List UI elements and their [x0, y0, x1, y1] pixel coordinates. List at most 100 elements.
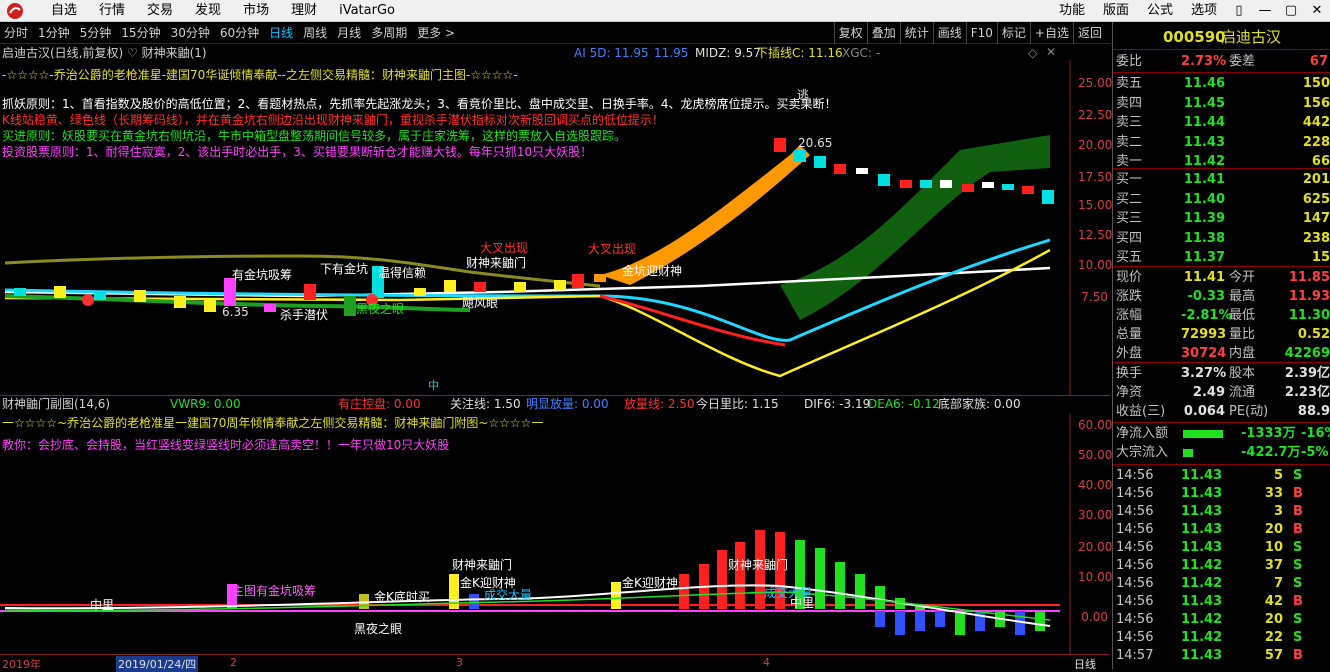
period-tab-9[interactable]: 多周期 — [367, 24, 413, 41]
menu-item-5[interactable]: 理财 — [280, 0, 328, 22]
sub-neg-bar-1 — [975, 611, 985, 631]
menu-right-item-0[interactable]: 功能 — [1050, 0, 1094, 22]
candle-8 — [304, 284, 316, 300]
order-label: 买二 — [1116, 191, 1143, 207]
ask-row-2: 卖三 11.44 442 — [1113, 113, 1330, 132]
tick-price: 11.42 — [1181, 630, 1223, 645]
sub-y-tick-4: 20.00 — [1078, 540, 1113, 554]
stat-row-3: 总量 72993 量比 0.52 — [1113, 325, 1330, 344]
tick-time: 14:56 — [1116, 558, 1154, 573]
menu-item-3[interactable]: 发现 — [184, 0, 232, 22]
tick-price: 11.43 — [1181, 504, 1223, 519]
tick-side: S — [1293, 576, 1303, 591]
app-logo-icon[interactable] — [4, 2, 26, 20]
flow-label: 大宗流入 — [1116, 445, 1169, 460]
tick-price: 11.42 — [1181, 612, 1223, 627]
toolbar-button-6[interactable]: +自选 — [1029, 22, 1073, 44]
maximize-icon[interactable]: ▢ — [1278, 0, 1304, 22]
stat-label: 净资 — [1116, 385, 1143, 400]
main-y-tick-6: 10.00 — [1078, 258, 1113, 272]
stat2-row-0: 换手 3.27% 股本 2.39亿 — [1113, 364, 1330, 383]
fangliang-value: 放量线: 2.50 — [624, 397, 695, 411]
label-zhong: 中 — [428, 379, 439, 392]
toolbar-button-5[interactable]: 标记 — [996, 22, 1030, 44]
toolbar-button-1[interactable]: 叠加 — [866, 22, 900, 44]
sub-label-heiye: 黑夜之眼 — [354, 622, 403, 636]
menu-right-item-1[interactable]: 版面 — [1094, 0, 1138, 22]
diamond-icon[interactable]: ◇ — [1028, 46, 1037, 61]
sub-y-tick-3: 30.00 — [1078, 508, 1113, 522]
order-label: 买五 — [1116, 250, 1143, 265]
peak-price-label: 20.65 — [798, 136, 833, 150]
toolbar-button-4[interactable]: F10 — [965, 22, 997, 44]
sub-neg-bar-7 — [915, 611, 925, 631]
stat-value: 0.064 — [1183, 404, 1225, 419]
menu-right-item-2[interactable]: 公式 — [1138, 0, 1182, 22]
order-volume: 625 — [1302, 191, 1330, 207]
candle-7 — [264, 304, 276, 312]
candle-30 — [1022, 186, 1034, 194]
tick-side: B — [1293, 522, 1303, 537]
flow-pct: -5% — [1301, 445, 1329, 460]
stock-header[interactable]: 000590 启迪古汉 — [1113, 24, 1330, 50]
stat-value: 72993 — [1181, 327, 1227, 342]
sub-chart-title[interactable]: 财神鼬门副图(14,6) — [2, 397, 110, 412]
flow-label: 净流入额 — [1116, 426, 1169, 441]
menu-item-0[interactable]: 自选 — [40, 0, 88, 22]
minimize-icon[interactable]: — — [1252, 0, 1278, 22]
flow-value: -422.7万 — [1241, 445, 1301, 460]
period-tab-10[interactable]: 更多 > — [413, 24, 461, 41]
candle-20 — [814, 156, 826, 168]
period-tab-6[interactable]: 日线 — [265, 24, 299, 41]
toolbar-button-2[interactable]: 统计 — [899, 22, 933, 44]
period-tab-8[interactable]: 月线 — [333, 24, 367, 41]
skin-icon[interactable]: ▯ — [1226, 0, 1252, 22]
period-tab-2[interactable]: 5分钟 — [76, 24, 118, 41]
period-tab-5[interactable]: 60分钟 — [216, 24, 265, 41]
sub-bar-12 — [815, 548, 825, 609]
stock-name: 启迪古汉 — [1221, 28, 1282, 46]
main-chart-title[interactable]: 启迪古汉(日线,前复权) ♡ 财神来鼬(1) — [2, 46, 207, 61]
menu-item-6[interactable]: iVatarGo — [328, 0, 406, 22]
tick-volume: 20 — [1264, 522, 1283, 537]
stat-label: 换手 — [1116, 366, 1143, 381]
stat2-row-2: 收益(三) 0.064 PE(动) 88.9 — [1113, 402, 1330, 421]
jinrilb-value: 今日里比: 1.15 — [696, 397, 779, 411]
menu-right-item-3[interactable]: 选项 — [1182, 0, 1226, 22]
guanzhu-value: 关注线: 1.50 — [450, 397, 521, 411]
tick-side: S — [1293, 630, 1303, 645]
period-tab-4[interactable]: 30分钟 — [167, 24, 216, 41]
candle-4 — [174, 296, 186, 308]
mingxian-value: 明显放量: 0.00 — [526, 397, 609, 411]
tick-volume: 57 — [1264, 648, 1283, 663]
close-indicator-icon[interactable]: ✕ — [1046, 45, 1056, 60]
stat-row-0: 现价 11.41 今开 11.85 — [1113, 268, 1330, 287]
tick-price: 11.43 — [1181, 540, 1223, 555]
menu-item-1[interactable]: 行情 — [88, 0, 136, 22]
xgc-value: XGC: - — [842, 46, 881, 60]
tick-side: S — [1293, 558, 1303, 573]
candle-21 — [834, 164, 846, 174]
toolbar-button-3[interactable]: 画线 — [932, 22, 966, 44]
period-tab-1[interactable]: 1分钟 — [34, 24, 76, 41]
candle-22 — [856, 168, 868, 174]
stat-value: 2.49 — [1192, 385, 1225, 400]
tick-row-8: 14:56 11.42 20 S — [1113, 610, 1330, 629]
toolbar-button-7[interactable]: 返回 — [1072, 22, 1106, 44]
toolbar-button-0[interactable]: 复权 — [833, 22, 867, 44]
stat-label: 今开 — [1229, 270, 1256, 285]
tick-volume: 20 — [1264, 612, 1283, 627]
main-kline-chart[interactable] — [0, 60, 1110, 395]
sub-indicator-chart[interactable] — [0, 414, 1110, 654]
menu-item-4[interactable]: 市场 — [232, 0, 280, 22]
period-tab-7[interactable]: 周线 — [299, 24, 333, 41]
tick-volume: 42 — [1264, 594, 1283, 609]
period-tab-0[interactable]: 分时 — [0, 24, 34, 41]
period-tab-3[interactable]: 15分钟 — [117, 24, 166, 41]
close-icon[interactable]: ✕ — [1304, 0, 1330, 22]
stat-row-4: 外盘 30724 内盘 42269 — [1113, 344, 1330, 363]
stat-value: 42269 — [1284, 346, 1330, 361]
sub-y-tick-0: 60.00 — [1078, 418, 1113, 432]
menu-item-2[interactable]: 交易 — [136, 0, 184, 22]
sub-y-tick-5: 10.00 — [1078, 570, 1113, 584]
